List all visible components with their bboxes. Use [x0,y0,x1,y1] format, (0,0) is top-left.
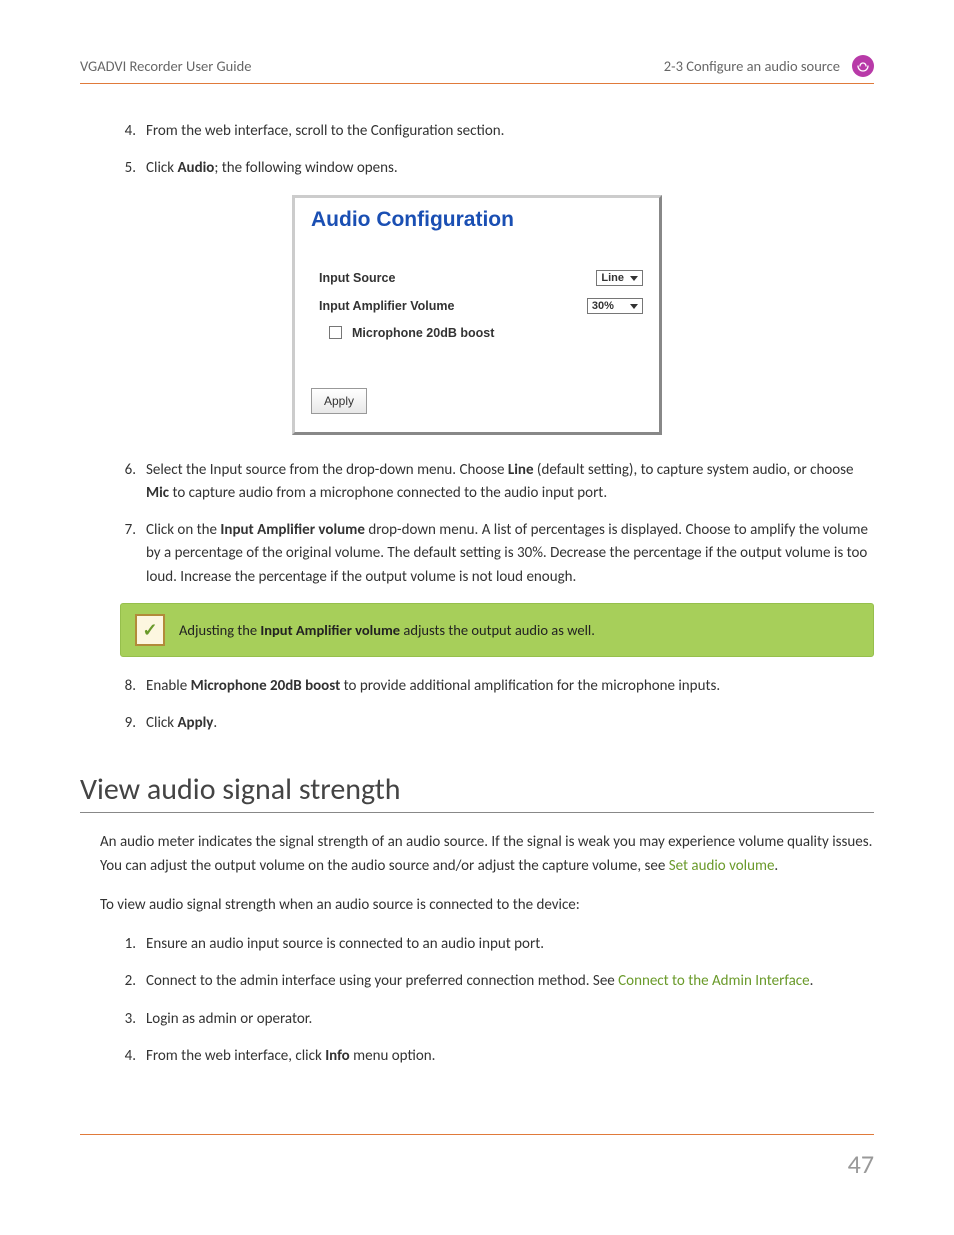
steps-list-a: 4. From the web interface, scroll to the… [120,120,874,181]
s2-step-3: 3. Login as admin or operator. [120,1008,874,1031]
step-5: 5. Click Audio; the following window ope… [120,157,874,180]
header-right: 2-3 Configure an audio source [664,57,840,75]
steps-list-c: 8. Enable Microphone 20dB boost to provi… [120,675,874,736]
section2-para2: To view audio signal strength when an au… [100,894,874,917]
page-number: 47 [848,1148,874,1180]
section-heading-view-audio: View audio signal strength [80,771,874,813]
page-header: VGADVI Recorder User Guide 2-3 Configure… [80,55,874,84]
apply-button: Apply [311,388,367,414]
mic-boost-label: Microphone 20dB boost [352,326,494,340]
input-amplifier-select: 30% [587,298,643,314]
note-icon: ✓ [135,614,165,646]
s2-step-2: 2. Connect to the admin interface using … [120,970,874,993]
step-8: 8. Enable Microphone 20dB boost to provi… [120,675,874,698]
note-text: Adjusting the Input Amplifier volume adj… [179,621,595,639]
brand-icon [852,55,874,77]
step-7: 7. Click on the Input Amplifier volume d… [120,519,874,589]
figure-title: Audio Configuration [311,208,643,232]
section2-steps: 1. Ensure an audio input source is conne… [120,933,874,1068]
step-6: 6. Select the Input source from the drop… [120,459,874,506]
set-audio-volume-link[interactable]: Set audio volume [669,857,775,875]
step-9: 9. Click Apply. [120,712,874,735]
input-source-row: Input Source Line [311,270,643,286]
chevron-down-icon [628,300,638,312]
input-amplifier-label: Input Amplifier Volume [319,299,454,313]
audio-config-screenshot: Audio Configuration Input Source Line In… [292,195,662,435]
steps-list-b: 6. Select the Input source from the drop… [120,459,874,589]
mic-boost-row: Microphone 20dB boost [329,326,643,340]
s2-step-1: 1. Ensure an audio input source is conne… [120,933,874,956]
header-left: VGADVI Recorder User Guide [80,57,251,75]
connect-admin-interface-link[interactable]: Connect to the Admin Interface [618,972,809,990]
mic-boost-checkbox [329,326,342,339]
input-source-select: Line [596,270,643,286]
section2-para1: An audio meter indicates the signal stre… [100,831,874,878]
note-callout: ✓ Adjusting the Input Amplifier volume a… [120,603,874,657]
step-4: 4. From the web interface, scroll to the… [120,120,874,143]
input-amplifier-row: Input Amplifier Volume 30% [311,298,643,314]
footer-rule [80,1134,874,1135]
input-source-label: Input Source [319,271,395,285]
s2-step-4: 4. From the web interface, click Info me… [120,1045,874,1068]
chevron-down-icon [628,272,638,284]
